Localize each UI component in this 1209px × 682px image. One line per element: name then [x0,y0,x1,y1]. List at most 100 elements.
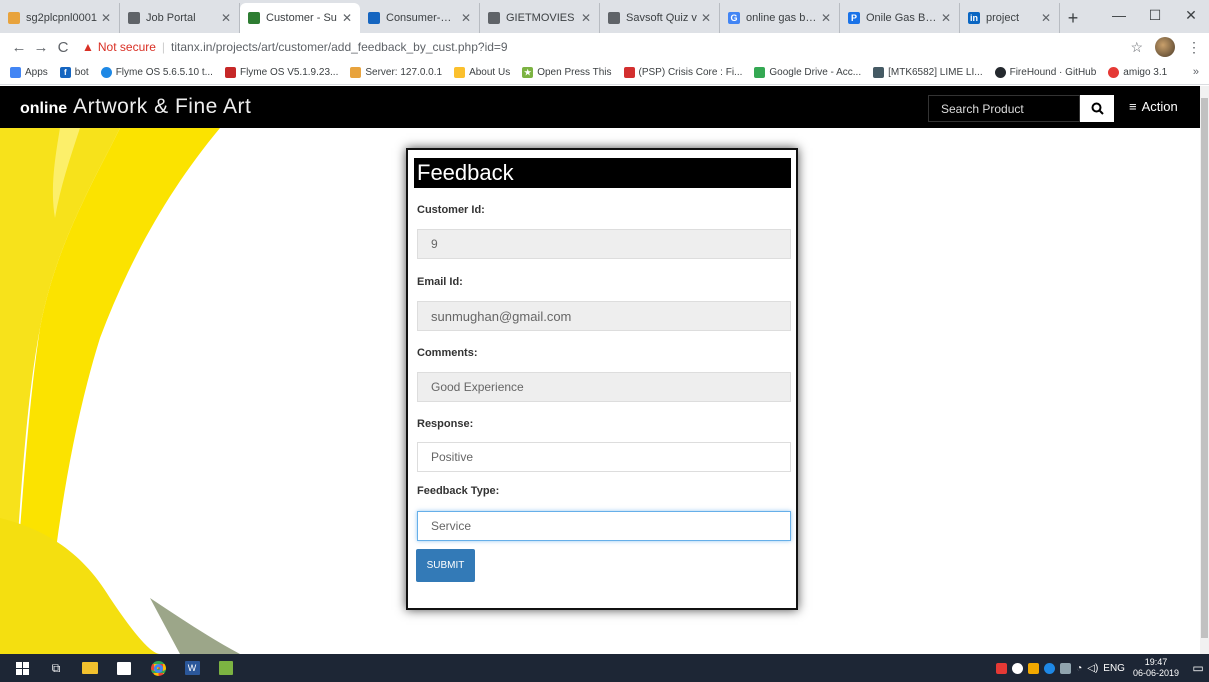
email-id-field[interactable]: sunmughan@gmail.com [417,301,791,331]
bookmark-item[interactable]: f bot [59,67,89,78]
response-field[interactable]: Positive [417,442,791,472]
volume-icon[interactable]: ◁) [1087,663,1098,674]
bookmark-item[interactable]: Apps [10,67,48,78]
close-tab-icon[interactable]: ✕ [461,11,471,25]
bookmark-label: FireHound · GitHub [1009,67,1097,78]
bookmark-label: Open Press This [537,67,612,78]
battery-icon[interactable] [1060,662,1072,674]
submit-button[interactable]: SUBMIT [416,549,475,582]
bookmark-label: amigo 3.1 [1123,67,1168,78]
word-icon[interactable]: W [180,658,204,678]
bookmark-label: Flyme OS V5.1.9.23... [239,67,339,78]
bookmark-label: (PSP) Crisis Core : Fi... [638,67,743,78]
browser-tab[interactable]: P Onile Gas Book ✕ [840,3,960,33]
feedback-type-label: Feedback Type: [417,485,500,497]
close-tab-icon[interactable]: ✕ [701,11,711,25]
store-icon[interactable] [112,658,136,678]
notification-icon[interactable]: ▭ [1187,654,1209,682]
bluetooth-icon[interactable] [1044,662,1056,674]
close-window-button[interactable]: ✕ [1173,0,1209,30]
bookmark-favicon-icon [100,67,112,78]
tray-app-icon[interactable] [996,662,1008,674]
bookmark-favicon-icon [623,67,635,78]
close-tab-icon[interactable]: ✕ [941,11,951,25]
tab-label: Onile Gas Book [866,12,937,24]
comments-label: Comments: [417,347,478,359]
browser-tab[interactable]: Savsoft Quiz v ✕ [600,3,720,33]
warning-icon: ▲ [82,40,94,54]
bookmark-item[interactable]: amigo 3.1 [1108,67,1167,78]
profile-avatar[interactable] [1155,37,1175,57]
search-input[interactable] [928,95,1080,122]
wifi-icon[interactable]: ◔ [1076,663,1082,674]
task-view-icon[interactable]: ⧉ [44,658,68,678]
close-tab-icon[interactable]: ✕ [821,11,831,25]
tab-label: GIETMOVIES [506,12,575,24]
tab-favicon-icon: in [968,12,980,24]
bookmark-favicon-icon [350,67,362,78]
scrollbar-thumb[interactable] [1201,98,1208,638]
close-tab-icon[interactable]: ✕ [581,11,591,25]
bookmark-item[interactable]: Server: 127.0.0.1 [350,67,442,78]
site-logo[interactable]: online Artwork & Fine Art [20,95,251,119]
browser-tab[interactable]: Job Portal ✕ [120,3,240,33]
bookmarks-overflow-button[interactable]: » [1193,66,1199,78]
browser-tab[interactable]: Consumer-Das ✕ [360,3,480,33]
bookmark-item[interactable]: [MTK6582] LIME LI... [873,67,983,78]
browser-tab[interactable]: GIETMOVIES ✕ [480,3,600,33]
apps-grid-icon [10,67,21,78]
url-field[interactable]: ▲ Not secure | titanx.in/projects/art/cu… [82,36,508,58]
menu-icon[interactable]: ⋮ [1187,39,1201,56]
action-menu-button[interactable]: ≡ Action [1129,99,1178,114]
tab-label: Customer - Su [266,12,337,24]
tray-app-icon[interactable] [1028,662,1040,674]
minimize-button[interactable]: — [1101,0,1137,30]
tab-label: Consumer-Das [386,12,457,24]
google-drive-icon [754,67,766,78]
bookmark-item[interactable]: Flyme OS V5.1.9.23... [224,67,339,78]
tab-label: project [986,12,1020,24]
not-secure-label: Not secure [97,40,156,54]
bookmark-item[interactable]: (PSP) Crisis Core : Fi... [623,67,743,78]
language-indicator[interactable]: ENG [1103,663,1125,674]
browser-tab-active[interactable]: Customer - Su ✕ [240,3,360,33]
page-scrollbar[interactable] [1200,86,1209,654]
response-label: Response: [417,418,474,430]
address-bar: ← → C ▲ Not secure | titanx.in/projects/… [0,33,1209,61]
star-icon[interactable]: ☆ [1130,39,1143,56]
browser-tab[interactable]: sg2plcpnl0001 ✕ [0,3,120,33]
form-title: Feedback [414,158,791,188]
new-tab-button[interactable]: + [1060,3,1086,33]
browser-tab[interactable]: in project ✕ [960,3,1060,33]
bookmark-item[interactable]: ★ Open Press This [522,67,612,78]
tab-favicon-icon [488,12,500,24]
bookmarks-bar: Apps f bot Flyme OS 5.6.5.10 t... Flyme O… [0,61,1209,85]
site-navbar: online Artwork & Fine Art ≡ Action [0,86,1200,128]
app-icon[interactable] [214,658,238,678]
clock-time: 19:47 [1144,657,1168,667]
bookmark-item[interactable]: Google Drive - Acc... [754,67,861,78]
customer-id-label: Customer Id: [417,204,485,216]
maximize-button[interactable]: ☐ [1137,0,1173,30]
bookmark-label: Server: 127.0.0.1 [365,67,443,78]
bookmark-item[interactable]: Flyme OS 5.6.5.10 t... [100,67,213,78]
feedback-type-field[interactable]: Service [417,511,791,541]
bookmark-item[interactable]: FireHound · GitHub [994,67,1097,78]
back-button[interactable]: ← [8,39,30,56]
close-tab-icon[interactable]: ✕ [221,11,231,25]
close-tab-icon[interactable]: ✕ [101,11,111,25]
windows-start-icon[interactable] [10,658,34,678]
bookmark-item[interactable]: About Us [454,67,510,78]
tray-app-icon[interactable] [1012,662,1024,674]
browser-tab[interactable]: G online gas boo ✕ [720,3,840,33]
customer-id-field[interactable]: 9 [417,229,791,259]
close-tab-icon[interactable]: ✕ [342,11,352,25]
search-button[interactable] [1080,95,1114,122]
file-explorer-icon[interactable] [78,658,102,678]
close-tab-icon[interactable]: ✕ [1041,11,1051,25]
chrome-icon[interactable] [146,658,170,678]
taskbar-clock[interactable]: 19:47 06-06-2019 [1133,657,1179,679]
forward-button[interactable]: → [30,39,52,56]
comments-field[interactable]: Good Experience [417,372,791,402]
reload-button[interactable]: C [52,39,74,56]
